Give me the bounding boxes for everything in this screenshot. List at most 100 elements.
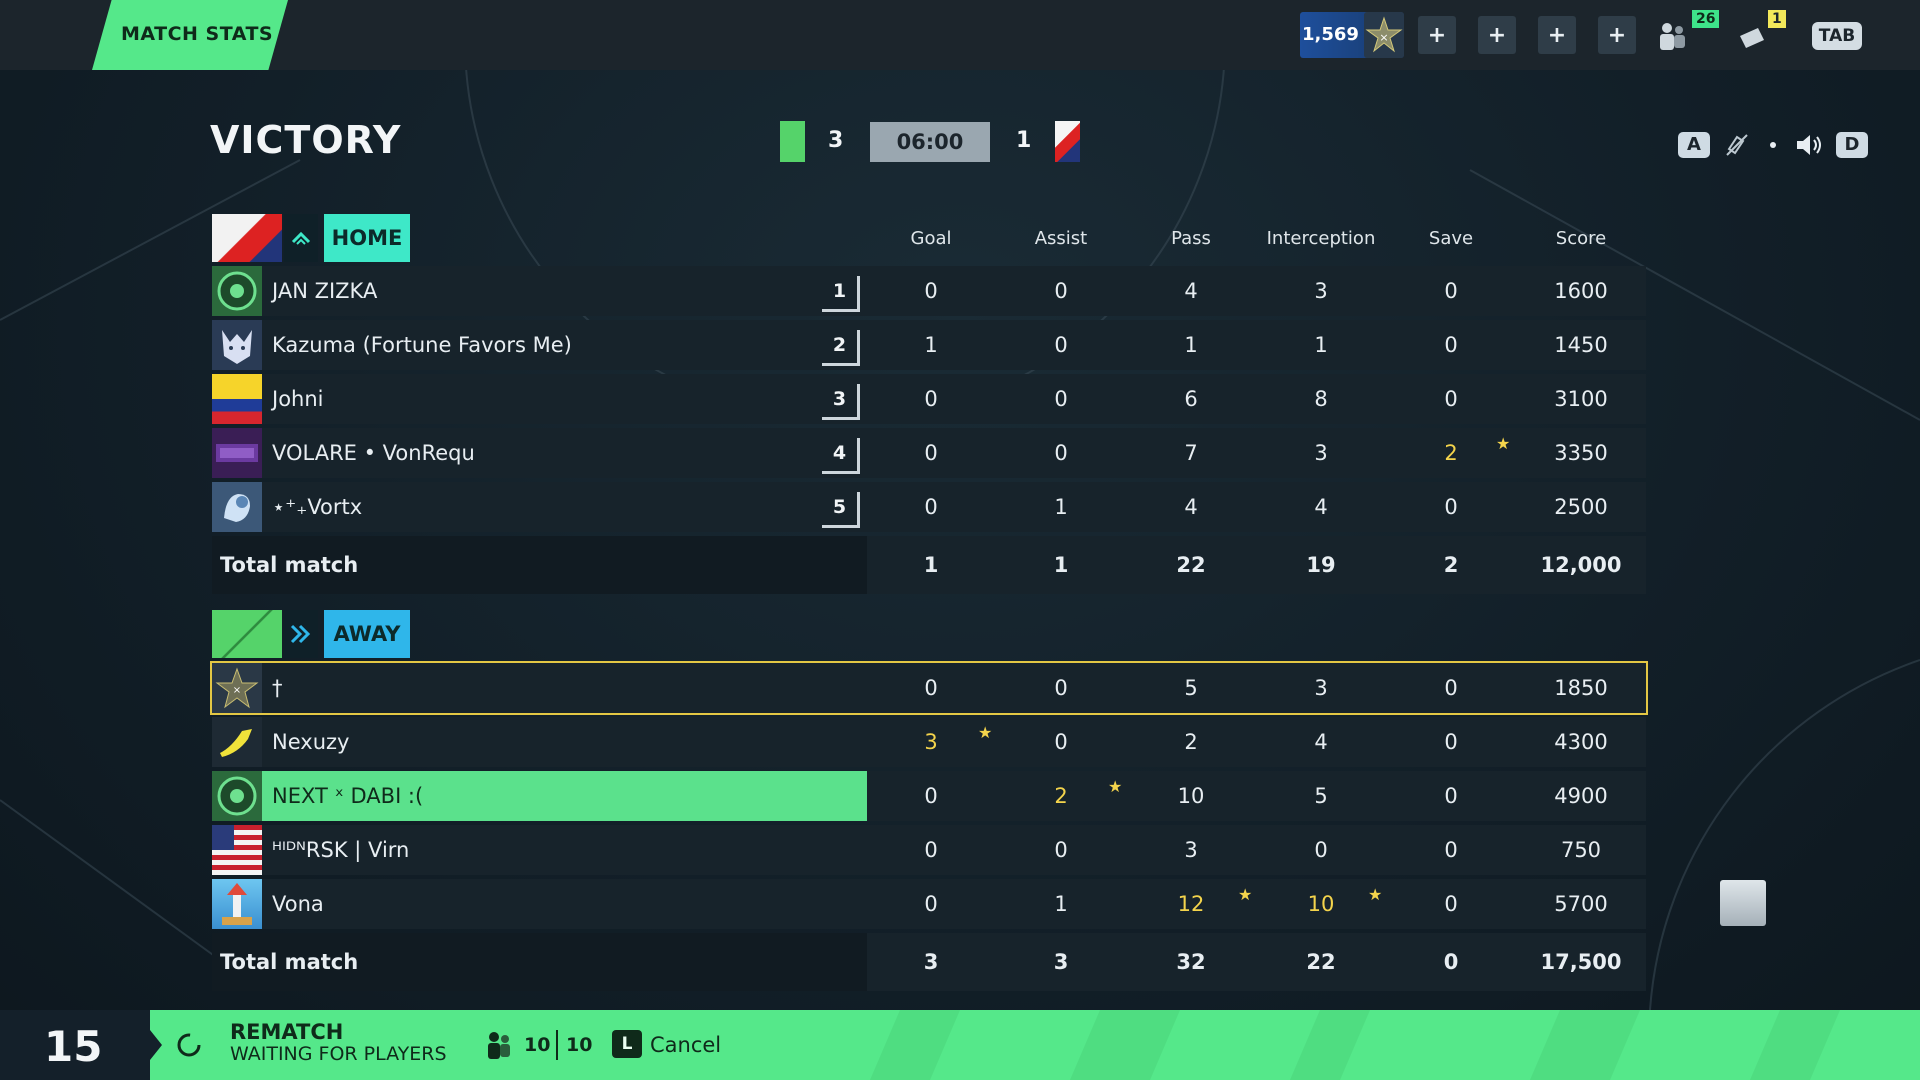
total-label: Total match (220, 553, 359, 577)
svg-text:×: × (1379, 31, 1388, 44)
stat-assist: 0 (1054, 676, 1068, 700)
tab-key-hint[interactable]: TAB (1812, 22, 1862, 50)
col-head-score: Score (1555, 228, 1607, 249)
add-slot-button-3[interactable]: + (1538, 16, 1576, 54)
stat-pass: 4 (1184, 279, 1198, 303)
stat-goal-best: 3 (924, 730, 938, 754)
stat-score: 1600 (1554, 279, 1608, 303)
svg-text:×: × (233, 685, 241, 696)
stat-goal: 0 (924, 279, 938, 303)
table-row[interactable]: ⋆⁺₊Vortx 5 0 1 4 4 0 2500 (212, 482, 1646, 532)
table-row[interactable]: Johni 3 0 0 6 8 0 3100 (212, 374, 1646, 424)
table-row-current-player[interactable]: NEXT ˣ DABI :( 0 2 ★ 10 5 0 4900 (212, 771, 1646, 821)
stat-interception: 8 (1314, 387, 1328, 411)
table-row[interactable]: Kazuma (Fortune Favors Me) 2 1 0 1 1 0 1… (212, 320, 1646, 370)
player-name: † (272, 676, 283, 700)
stat-save: 0 (1444, 279, 1458, 303)
key-a-hint[interactable]: A (1678, 132, 1710, 158)
stat-score: 4300 (1554, 730, 1608, 754)
speaker-icon[interactable] (1794, 130, 1824, 160)
col-head-assist: Assist (1034, 228, 1088, 249)
stat-interception: 5 (1314, 784, 1328, 808)
add-slot-button-2[interactable]: + (1478, 16, 1516, 54)
stat-assist: 0 (1054, 279, 1068, 303)
table-row[interactable]: VOLARE • VonRequ 4 0 0 7 3 2 ★ 3350 (212, 428, 1646, 478)
col-head-interception: Interception (1266, 228, 1376, 249)
player-rank: 2 (822, 330, 860, 366)
players-ready-count: 10 (524, 1034, 551, 1056)
home-team-flag (212, 214, 282, 262)
home-score: 3 (828, 128, 844, 153)
stat-interception-best: 10 (1307, 892, 1335, 916)
away-team-flag (212, 610, 282, 658)
player-name: Vona (272, 892, 324, 916)
table-row-selected[interactable]: × † 0 0 5 3 0 1850 (212, 663, 1646, 713)
player-name: Kazuma (Fortune Favors Me) (272, 333, 572, 357)
stat-save: 0 (1444, 333, 1458, 357)
home-team-label: HOME (324, 214, 410, 262)
col-head-save: Save (1428, 228, 1474, 249)
match-stats-tab-label: MATCH STATS (121, 23, 274, 45)
countdown-arrow-icon (150, 1030, 162, 1060)
total-interception: 22 (1306, 950, 1336, 974)
rematch-status: WAITING FOR PLAYERS (230, 1043, 447, 1065)
home-team-flag-small (780, 121, 805, 162)
match-result-title: VICTORY (210, 118, 402, 162)
table-row[interactable]: Vona 0 1 12 ★ 10 ★ 0 5700 (212, 879, 1646, 929)
player-name: VOLARE • VonRequ (272, 441, 475, 465)
cancel-key-hint[interactable]: L (612, 1030, 642, 1058)
key-d-hint[interactable]: D (1836, 132, 1868, 158)
stat-score: 3100 (1554, 387, 1608, 411)
stat-interception: 4 (1314, 730, 1328, 754)
stat-interception: 3 (1314, 279, 1328, 303)
player-avatar (212, 428, 262, 478)
mute-voice-icon[interactable] (1722, 130, 1752, 160)
stat-save: 0 (1444, 495, 1458, 519)
player-name: JAN ZIZKA (272, 279, 378, 303)
stat-interception: 0 (1314, 838, 1328, 862)
stat-goal: 0 (924, 387, 938, 411)
player-name: ᴴᴵᴰᴺRSK | Virn (272, 838, 410, 862)
stat-goal: 0 (924, 676, 938, 700)
rematch-title: REMATCH (230, 1020, 344, 1044)
table-row[interactable]: Nexuzy 3 ★ 0 2 4 0 4300 (212, 717, 1646, 767)
stat-assist: 1 (1054, 495, 1068, 519)
total-goal: 3 (923, 950, 939, 974)
stat-score: 5700 (1554, 892, 1608, 916)
notifications-icon[interactable] (1732, 18, 1772, 54)
stat-goal: 0 (924, 784, 938, 808)
stat-pass-best: 12 (1177, 892, 1205, 916)
players-total-count: 10 (566, 1034, 593, 1056)
stat-save: 0 (1444, 730, 1458, 754)
player-avatar (212, 879, 262, 929)
stat-goal: 0 (924, 838, 938, 862)
stat-save: 0 (1444, 676, 1458, 700)
stat-goal: 0 (924, 441, 938, 465)
best-stat-star-icon: ★ (1368, 885, 1383, 904)
player-rank: 5 (822, 492, 860, 528)
friends-icon[interactable] (1652, 18, 1692, 54)
total-score: 17,500 (1540, 950, 1622, 974)
total-assist: 1 (1053, 553, 1069, 577)
stat-save: 0 (1444, 387, 1458, 411)
total-label: Total match (220, 950, 359, 974)
stat-interception: 3 (1314, 676, 1328, 700)
player-rank: 1 (822, 276, 860, 312)
stat-assist: 0 (1054, 838, 1068, 862)
cancel-button[interactable]: Cancel (650, 1033, 721, 1057)
player-avatar (212, 266, 262, 316)
total-pass: 22 (1176, 553, 1206, 577)
player-avatar (212, 771, 262, 821)
notifications-count-badge: 1 (1768, 10, 1786, 28)
col-head-pass: Pass (1171, 228, 1211, 249)
table-row[interactable]: ᴴᴵᴰᴺRSK | Virn 0 0 3 0 0 750 (212, 825, 1646, 875)
scroll-handle[interactable] (1720, 880, 1766, 926)
table-row[interactable]: JAN ZIZKA 1 0 0 4 3 0 1600 (212, 266, 1646, 316)
player-name: Johni (272, 387, 324, 411)
countdown-timer: 15 (44, 1022, 103, 1071)
stat-pass: 10 (1177, 784, 1205, 808)
add-slot-button-4[interactable]: + (1598, 16, 1636, 54)
total-interception: 19 (1306, 553, 1336, 577)
stat-goal: 0 (924, 892, 938, 916)
add-slot-button-1[interactable]: + (1418, 16, 1456, 54)
